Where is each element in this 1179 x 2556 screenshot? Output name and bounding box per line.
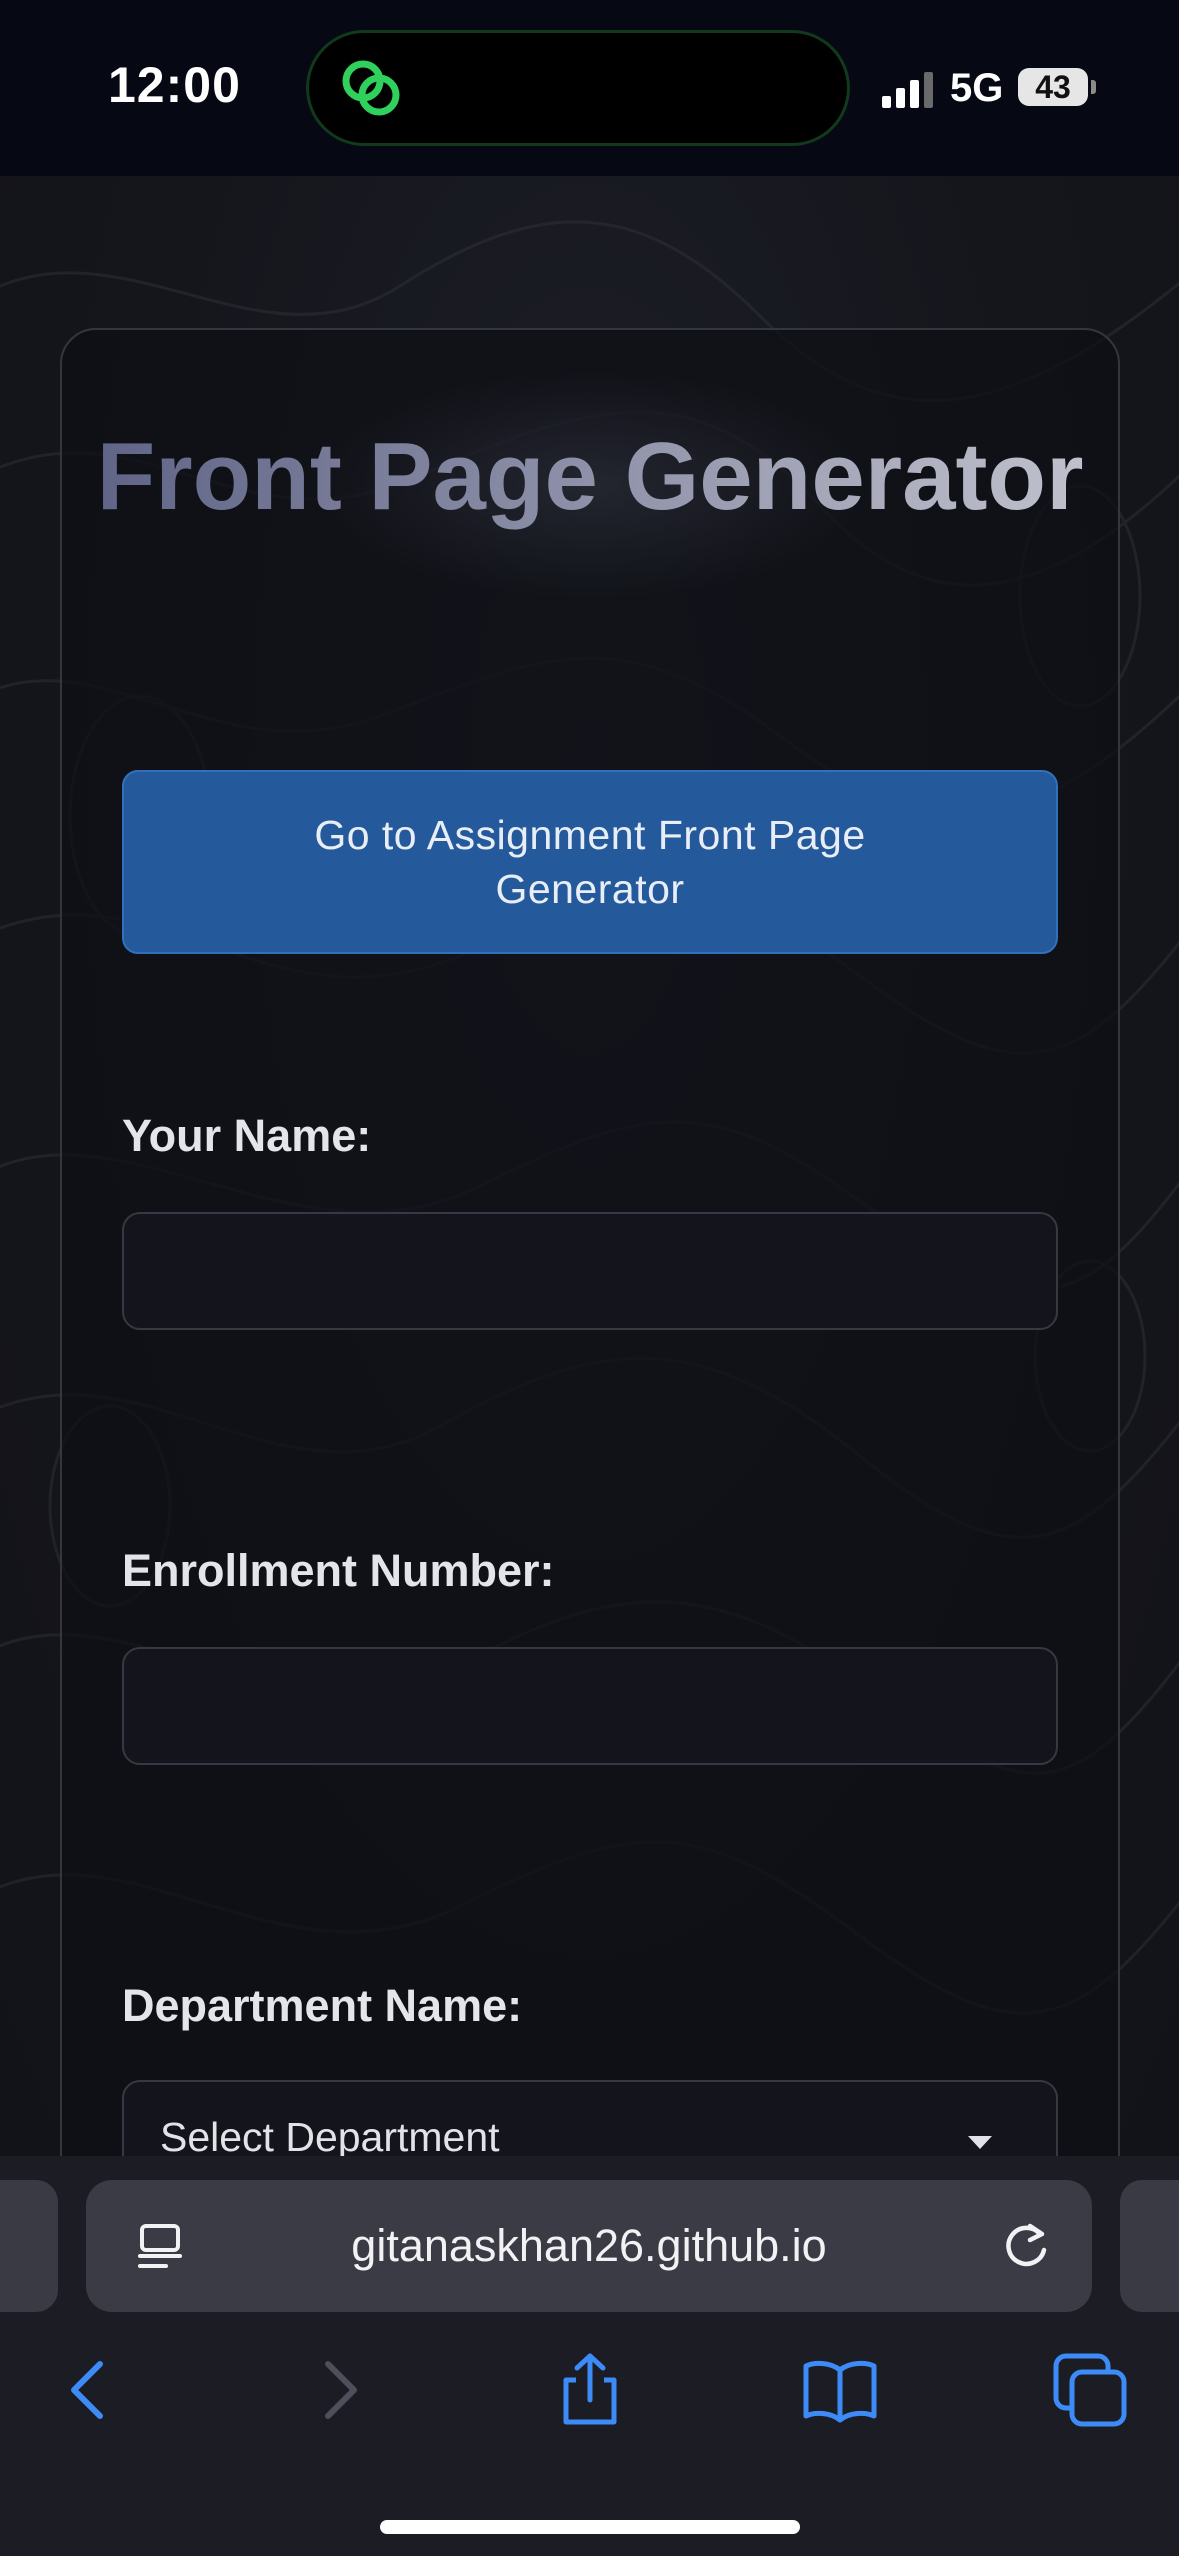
battery-tip [1091, 80, 1096, 94]
cellular-signal-icon [882, 72, 933, 108]
book-icon[interactable] [800, 2350, 880, 2430]
url-text[interactable]: gitanaskhan26.github.io [86, 2220, 1092, 2272]
battery-indicator: 43 [1018, 68, 1088, 106]
status-time: 12:00 [108, 57, 241, 113]
home-indicator[interactable] [380, 2520, 800, 2534]
chevron-right-icon[interactable] [300, 2350, 380, 2430]
tabs-icon[interactable] [1050, 2350, 1130, 2430]
name-input[interactable] [122, 1212, 1058, 1330]
department-label: Department Name: [122, 1980, 523, 2031]
page-title: Front Page Generator [62, 422, 1118, 532]
dynamic-island[interactable] [306, 30, 850, 146]
generator-card: Front Page Generator Go to Assignment Fr… [60, 328, 1120, 2228]
next-tab-peek[interactable] [1120, 2180, 1179, 2312]
reload-icon[interactable] [1000, 2220, 1052, 2272]
go-to-assignment-button[interactable]: Go to Assignment Front Page Generator [122, 770, 1058, 954]
linked-rings-icon [342, 60, 400, 116]
chevron-left-icon[interactable] [48, 2350, 128, 2430]
enrollment-label: Enrollment Number: [122, 1545, 555, 1596]
previous-tab-peek[interactable] [0, 2180, 58, 2312]
browser-toolbar: gitanaskhan26.github.io [0, 2156, 1179, 2556]
share-icon[interactable] [550, 2350, 630, 2430]
enrollment-input[interactable] [122, 1647, 1058, 1765]
department-select-value: Select Department [160, 2114, 500, 2160]
network-type: 5G [950, 66, 1004, 110]
name-label: Your Name: [122, 1110, 372, 1161]
status-bar: 12:00 5G 43 [0, 0, 1179, 176]
caret-down-icon [968, 2136, 992, 2149]
address-bar[interactable]: gitanaskhan26.github.io [86, 2180, 1092, 2312]
